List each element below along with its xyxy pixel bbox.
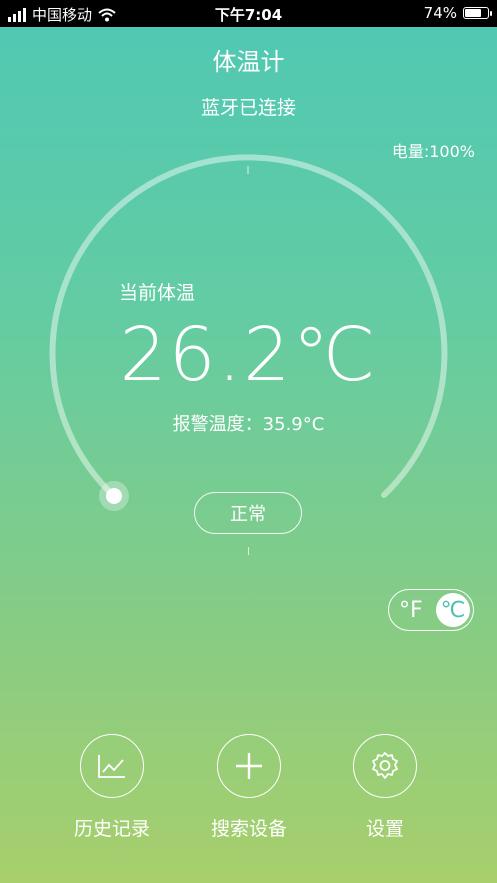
history-button[interactable]: 历史记录 xyxy=(52,734,172,841)
alarm-temperature: 报警温度：35.9°C xyxy=(172,414,325,435)
settings-button[interactable]: 设置 xyxy=(325,734,445,841)
celsius-option[interactable]: ℃ xyxy=(436,593,470,627)
search-device-button[interactable]: 搜索设备 xyxy=(189,734,309,841)
settings-label: 设置 xyxy=(365,818,404,840)
unit-toggle[interactable]: °F ℃ xyxy=(388,589,474,631)
history-circle[interactable] xyxy=(80,734,144,798)
current-temp-label: 当前体温 xyxy=(119,282,196,304)
settings-circle[interactable] xyxy=(353,734,417,798)
fahrenheit-option[interactable]: °F xyxy=(399,598,423,623)
search-device-circle[interactable] xyxy=(217,734,281,798)
gauge-indicator xyxy=(106,488,122,504)
plus-icon xyxy=(236,753,262,779)
gauge-bottom-tick xyxy=(248,547,249,555)
chart-icon xyxy=(98,755,125,778)
current-temperature: 26.2℃ xyxy=(119,312,378,398)
status-badge: 正常 xyxy=(194,492,302,534)
search-device-label: 搜索设备 xyxy=(210,818,287,840)
status-text: 正常 xyxy=(230,504,266,525)
gear-icon xyxy=(372,752,398,779)
history-label: 历史记录 xyxy=(73,818,150,840)
